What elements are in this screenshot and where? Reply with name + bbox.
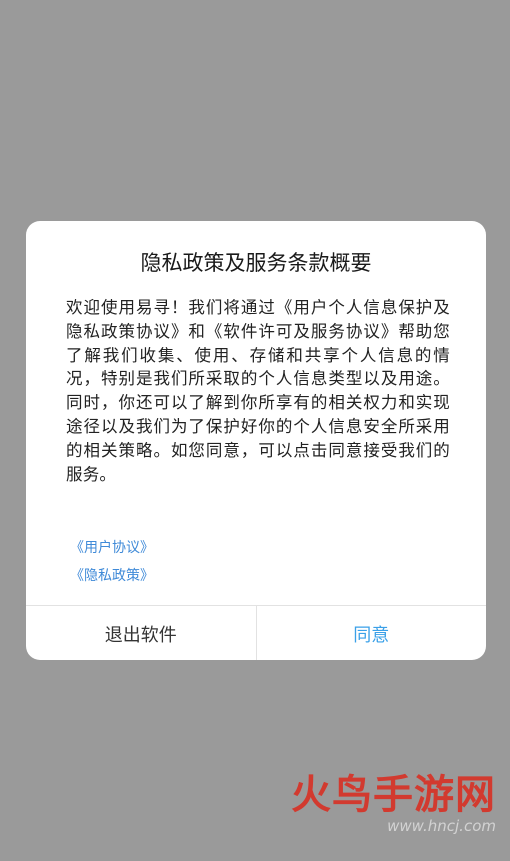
privacy-policy-link[interactable]: 《隐私政策》 bbox=[70, 565, 154, 585]
dialog-actions: 退出软件 同意 bbox=[26, 605, 486, 660]
exit-app-button[interactable]: 退出软件 bbox=[26, 606, 257, 660]
agree-button[interactable]: 同意 bbox=[257, 606, 487, 660]
site-watermark: 火鸟手游网 www.hncj.com bbox=[291, 773, 496, 835]
privacy-dialog: 隐私政策及服务条款概要 欢迎使用易寻！我们将通过《用户个人信息保护及隐私政策协议… bbox=[26, 221, 486, 660]
dialog-title: 隐私政策及服务条款概要 bbox=[140, 251, 372, 275]
dialog-body-text: 欢迎使用易寻！我们将通过《用户个人信息保护及隐私政策协议》和《软件许可及服务协议… bbox=[66, 298, 450, 484]
watermark-logo: 火鸟手游网 bbox=[291, 772, 496, 818]
watermark-url: www.hncj.com bbox=[387, 817, 496, 835]
user-agreement-link[interactable]: 《用户协议》 bbox=[70, 537, 154, 557]
